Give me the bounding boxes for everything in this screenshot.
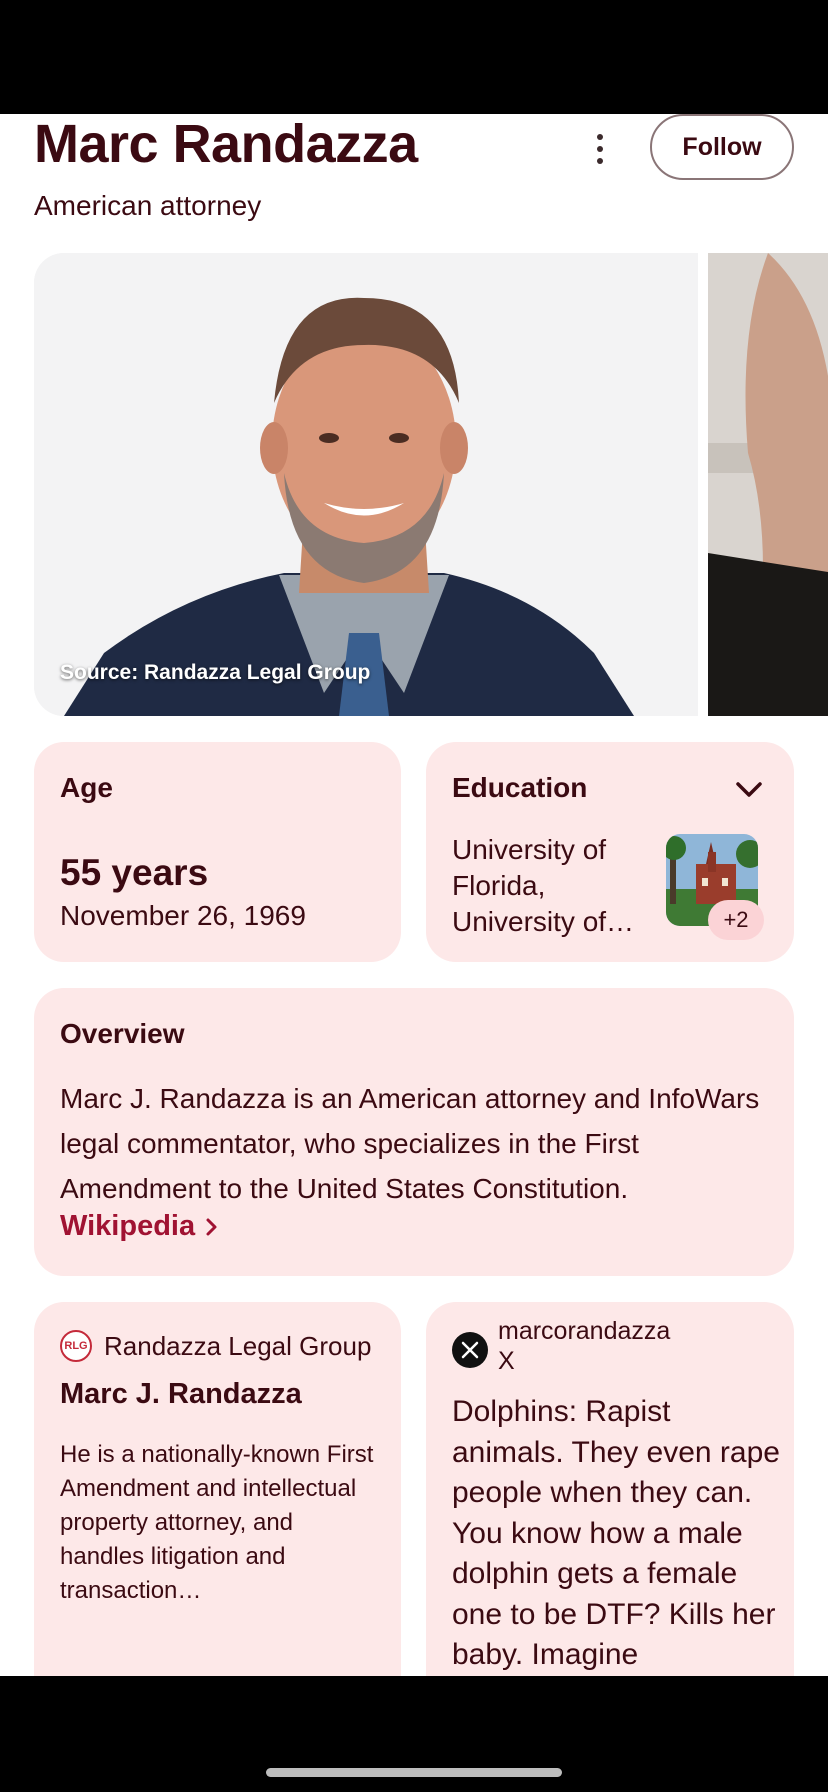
portrait-photo[interactable]: Source: Randazza Legal Group — [34, 253, 698, 716]
education-schools: University of Florida, University of… — [452, 834, 635, 937]
image-source-caption: Source: Randazza Legal Group — [60, 661, 371, 684]
more-dot-icon — [597, 146, 603, 152]
more-dot-icon — [597, 134, 603, 140]
status-bar — [0, 0, 828, 114]
result-title: Marc J. Randazza — [60, 1378, 302, 1410]
age-card[interactable]: Age 55 years November 26, 1969 — [34, 742, 401, 962]
rlg-logo-icon: RLG — [60, 1330, 92, 1362]
x-handle: marcorandazza — [498, 1317, 671, 1345]
more-dot-icon — [597, 158, 603, 164]
education-card[interactable]: Education University of Florida, Univers… — [426, 742, 794, 962]
second-photo[interactable] — [708, 253, 828, 716]
image-carousel[interactable]: Source: Randazza Legal Group — [34, 253, 828, 716]
page-title: Marc Randazza — [34, 114, 418, 174]
result-card-x[interactable]: marcorandazza X Dolphins: Rapist animals… — [426, 1302, 794, 1676]
age-label: Age — [60, 772, 113, 803]
wikipedia-link-label: Wikipedia — [60, 1210, 196, 1242]
overview-card: Overview Marc J. Randazza is an American… — [34, 988, 794, 1276]
chevron-down-icon[interactable] — [734, 778, 764, 802]
portrait-image — [34, 253, 698, 716]
follow-button[interactable]: Follow — [650, 114, 794, 180]
more-schools-badge: +2 — [708, 900, 764, 940]
x-site-label: X — [498, 1347, 515, 1375]
more-options-button[interactable] — [580, 124, 620, 174]
overview-text: Marc J. Randazza is an American attorney… — [60, 1083, 760, 1204]
second-image — [708, 253, 828, 716]
overview-title: Overview — [60, 1018, 185, 1049]
page-subtitle: American attorney — [34, 190, 262, 221]
x-post-text: Dolphins: Rapist animals. They even rape… — [452, 1395, 780, 1671]
result-card-rlg[interactable]: RLG Randazza Legal Group Marc J. Randazz… — [34, 1302, 401, 1676]
birth-date: November 26, 1969 — [60, 900, 306, 931]
knowledge-panel: Marc Randazza American attorney Follow S… — [0, 114, 828, 1676]
age-value: 55 years — [60, 852, 209, 893]
home-indicator[interactable] — [266, 1768, 562, 1777]
wikipedia-link[interactable]: Wikipedia — [60, 1210, 219, 1243]
education-label: Education — [452, 772, 588, 803]
result-source: Randazza Legal Group — [104, 1330, 372, 1361]
chevron-right-icon — [206, 1218, 217, 1235]
result-description: He is a nationally-known First Amendment… — [60, 1441, 374, 1604]
x-logo-icon — [452, 1332, 488, 1368]
